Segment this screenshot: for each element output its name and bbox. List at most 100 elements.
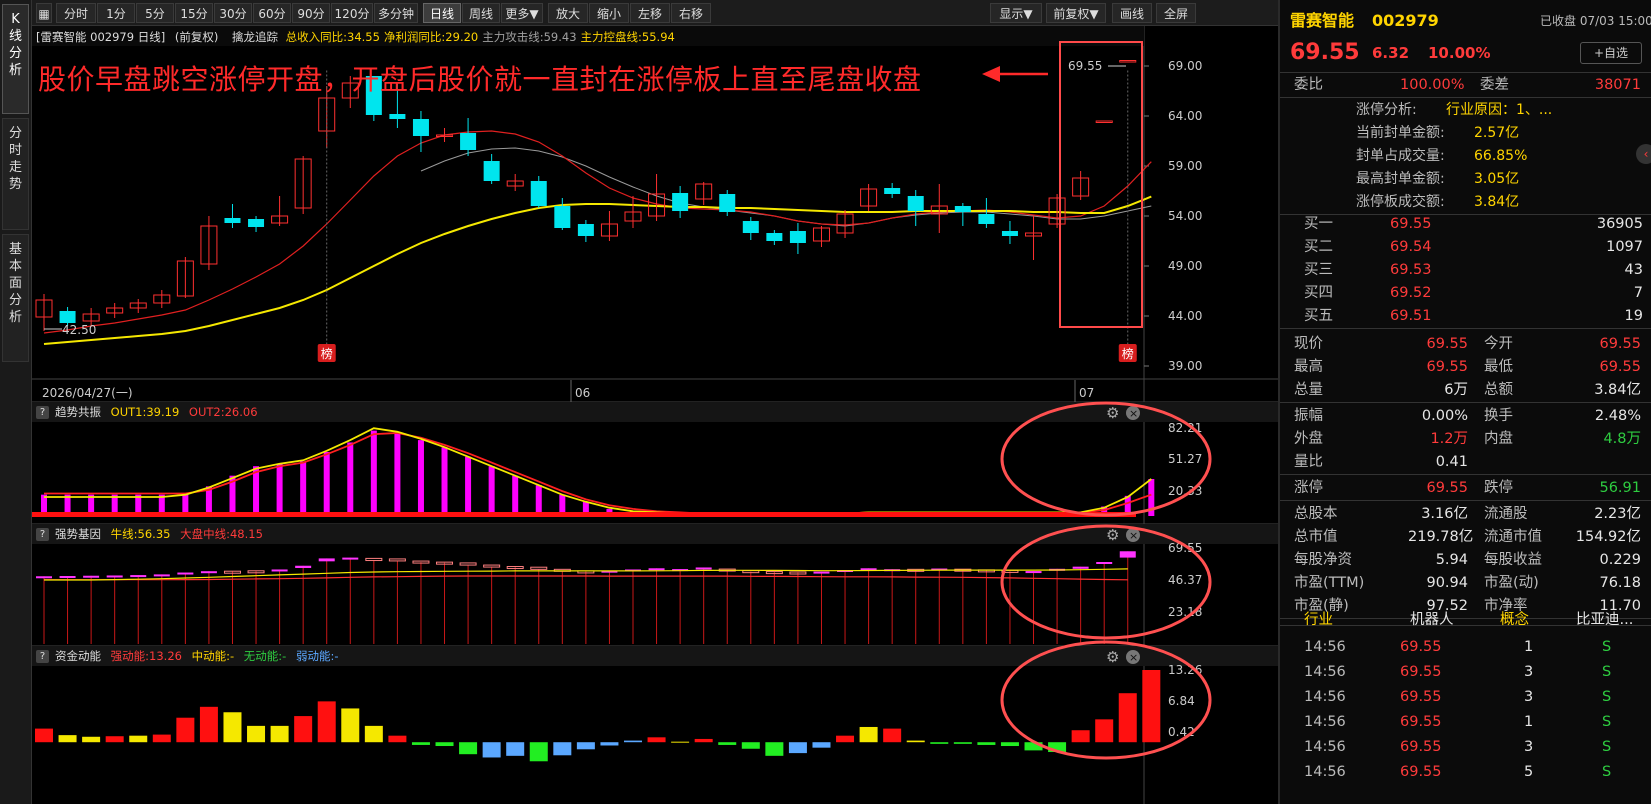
grid-icon[interactable]: ▦ (36, 3, 52, 23)
toolbar-btn-11[interactable]: 更多▼ (501, 3, 543, 23)
stat-label: 市盈(TTM) (1294, 575, 1365, 591)
sub3-mid: 中动能:- (191, 649, 235, 663)
concept-value[interactable]: 比亚迪... (1576, 608, 1633, 632)
tick-side: S (1602, 739, 1612, 755)
tick-row: 14:56 69.55 3 S (1280, 660, 1651, 684)
toolbar-btn-9[interactable]: 日线 (423, 3, 461, 23)
candle-body-down (1001, 231, 1018, 236)
tick-side: S (1602, 639, 1612, 655)
candle-body-down (530, 181, 547, 206)
collapse-panel-icon[interactable]: ‹ (1636, 144, 1651, 164)
high-price-label: 69.55 (1068, 59, 1102, 73)
toolbar-btn-14[interactable]: 左移 (630, 3, 670, 23)
gear-icon[interactable]: ⚙ (1106, 404, 1119, 422)
sub3-bar (482, 742, 501, 758)
toolbar-right-btn-3[interactable]: 全屏 (1156, 3, 1196, 23)
candle-body-down (554, 206, 571, 228)
toolbar-btn-1[interactable]: 1分 (97, 3, 135, 23)
stat-row: 最高 69.55 最低 69.55 (1280, 355, 1651, 379)
stat-label: 内盘 (1484, 431, 1513, 447)
candle-body-down (460, 133, 477, 150)
sub2-body-up (177, 572, 194, 575)
sub1-bar (347, 442, 354, 516)
candle-body-up (1095, 120, 1113, 123)
tick-row: 14:56 69.55 3 S (1280, 685, 1651, 709)
help-icon[interactable]: ? (36, 528, 49, 541)
sub2-tick-label: 69.55 (1168, 541, 1202, 555)
add-favorite-button[interactable]: +自选 (1580, 42, 1642, 64)
tab-fundamentals[interactable]: 基 本 面 分 析 (2, 234, 29, 362)
toolbar-btn-0[interactable]: 分时 (56, 3, 96, 23)
stat-value: 69.55 (1426, 359, 1468, 375)
bid-row[interactable]: 买三 69.53 43 (1280, 258, 1651, 282)
stat-value: 3.84亿 (1594, 382, 1641, 398)
price-change-pct: 10.00% (1428, 44, 1491, 62)
sub2-body-up (342, 557, 359, 560)
bid-volume: 7 (1633, 285, 1643, 301)
tick-volume: 1 (1524, 714, 1534, 730)
toolbar-right-btn-0[interactable]: 显示▼ (990, 3, 1042, 23)
bid-row[interactable]: 买一 69.55 36905 (1280, 212, 1651, 236)
sub3-bar (364, 725, 383, 743)
help-icon[interactable]: ? (36, 406, 49, 419)
bid-row[interactable]: 买二 69.54 1097 (1280, 235, 1651, 259)
help-icon[interactable]: ? (36, 650, 49, 663)
sub1-bar (441, 447, 448, 516)
toolbar-btn-5[interactable]: 60分 (253, 3, 291, 23)
annotation-text: 股价早盘跳空涨停开盘，开盘后股价就一直封在涨停板上直至尾盘收盘 (38, 63, 922, 96)
toolbar-btn-3[interactable]: 15分 (175, 3, 213, 23)
sub2-body-up (1025, 571, 1042, 574)
stat-label: 市盈(动) (1484, 575, 1539, 591)
sub3-bar (553, 742, 572, 756)
toolbar-right-btn-1[interactable]: 前复权▼ (1046, 3, 1106, 23)
industry-value[interactable]: 机器人 (1410, 608, 1454, 632)
sub3-name: 资金动能 (55, 649, 101, 663)
tab-intraday[interactable]: 分 时 走 势 (2, 118, 29, 230)
main-indicator-header: [雷赛智能 002979 日线] (前复权) 擒龙追踪 总收入同比:34.55 净… (32, 27, 1202, 47)
bid-price: 69.54 (1390, 239, 1432, 255)
bid-row[interactable]: 买四 69.52 7 (1280, 281, 1651, 305)
stat-label: 振幅 (1294, 408, 1323, 424)
bid-row[interactable]: 买五 69.51 19 (1280, 304, 1651, 328)
stat-value: 69.55 (1426, 480, 1468, 496)
toolbar-btn-10[interactable]: 周线 (462, 3, 500, 23)
price-tick-label: 44.00 (1168, 309, 1202, 323)
sub1-bar (394, 432, 401, 516)
chart-toolbar: ▦ 分时 1分 5分 15分 30分 60分 90分 120分 多分钟 日线 周线 更多▼ 放大 缩小 左移… (32, 0, 1278, 26)
tick-price: 69.55 (1400, 714, 1442, 730)
tick-row: 14:56 69.55 1 S (1280, 635, 1651, 659)
gear-icon[interactable]: ⚙ (1106, 526, 1119, 544)
stat-label: 总市值 (1294, 529, 1338, 545)
toolbar-btn-8[interactable]: 多分钟 (374, 3, 418, 23)
toolbar-btn-15[interactable]: 右移 (671, 3, 711, 23)
candle-body-down (412, 119, 429, 136)
toolbar-right-btn-2[interactable]: 画线 (1112, 3, 1152, 23)
price-tick-label: 39.00 (1168, 359, 1202, 373)
tick-time: 14:56 (1304, 664, 1346, 680)
toolbar-btn-6[interactable]: 90分 (292, 3, 330, 23)
stat-value: 69.55 (1599, 359, 1641, 375)
stat-label: 最高 (1294, 359, 1323, 375)
toolbar-btn-13[interactable]: 缩小 (589, 3, 629, 23)
toolbar-btn-4[interactable]: 30分 (214, 3, 252, 23)
tick-row: 14:56 69.55 3 S (1280, 735, 1651, 759)
toolbar-btn-12[interactable]: 放大 (548, 3, 588, 23)
toolbar-btn-7[interactable]: 120分 (331, 3, 373, 23)
toolbar-btn-2[interactable]: 5分 (136, 3, 174, 23)
tick-side: S (1602, 689, 1612, 705)
sub3-bar (223, 712, 242, 743)
candle-body-down (978, 214, 995, 224)
stat-row: 外盘 1.2万 内盘 4.8万 (1280, 427, 1651, 451)
limit-value[interactable]: 行业原因：1、... (1446, 98, 1552, 122)
sub3-bar (718, 742, 737, 745)
sub2-body-up (813, 571, 830, 574)
stat-row: 现价 69.55 今开 69.55 (1280, 332, 1651, 356)
sub3-bar (576, 742, 595, 750)
tick-volume: 5 (1524, 764, 1534, 780)
tick-time: 14:56 (1304, 689, 1346, 705)
tick-volume: 3 (1524, 739, 1534, 755)
sub3-bar (152, 734, 171, 743)
tab-kline-analysis[interactable]: K 线 分 析 (2, 4, 29, 114)
bid-volume: 43 (1624, 262, 1643, 278)
gear-icon[interactable]: ⚙ (1106, 648, 1119, 666)
